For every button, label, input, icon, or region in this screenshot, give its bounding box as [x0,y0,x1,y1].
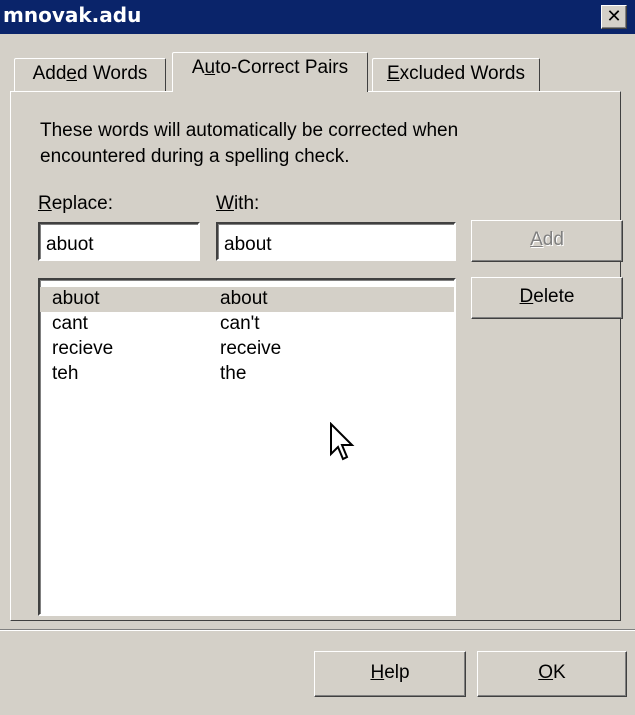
list-item[interactable]: abuot about [40,287,454,312]
tab-label-part: Add [32,63,67,84]
delete-button-accelerator: D [519,286,534,307]
delete-button[interactable]: Delete [471,277,623,319]
list-item-correction: receive [220,338,282,359]
help-button-accelerator: H [370,662,385,683]
close-icon: ✕ [606,6,622,27]
with-input[interactable] [216,222,456,261]
mouse-pointer-icon [330,422,355,461]
list-item[interactable]: recieve receive [40,337,454,362]
list-item-word: abuot [52,288,100,309]
list-item[interactable]: teh the [40,362,454,387]
list-item-correction: the [220,363,247,384]
tab-label-part: to-Correct Pairs [215,57,349,78]
ok-button-accelerator: O [538,662,554,683]
tab-label-accelerator: e [66,63,77,84]
add-button-accelerator: A [530,229,543,250]
with-label: With: [216,193,259,215]
description-text: These words will automatically be correc… [40,120,459,167]
tab-label-accelerator: E [386,63,400,84]
ok-button-label: K [553,662,566,683]
close-button[interactable]: ✕ [601,5,627,29]
help-button[interactable]: Help [314,651,466,697]
ok-button[interactable]: OK [477,651,627,697]
list-item-word: teh [52,363,79,384]
list-item[interactable]: cant can't [40,312,454,337]
auto-correct-list[interactable]: abuot about cant can't recieve receive t… [38,278,456,616]
tab-label-part: d Words [76,63,148,84]
with-label-text: ith: [233,193,260,214]
tab-label-accelerator: u [204,57,216,78]
list-item-word: recieve [52,338,114,359]
window-title: mnovak.adu [3,3,142,27]
add-button[interactable]: Add [471,220,623,262]
tab-auto-correct-pairs[interactable]: Auto-Correct Pairs [172,52,368,92]
replace-label: Replace: [38,193,113,215]
tab-label-part: xcluded Words [399,63,525,84]
add-button-label: dd [542,229,564,250]
with-label-accelerator: W [216,193,234,214]
delete-button-label: elete [533,286,575,307]
list-item-correction: can't [220,313,260,334]
list-item-correction: about [220,288,268,309]
tab-label-part: A [191,57,205,78]
tab-excluded-words[interactable]: Excluded Words [372,58,540,91]
replace-label-accelerator: R [38,193,52,214]
list-item-word: cant [52,313,88,334]
replace-label-text: eplace: [51,193,114,214]
help-button-label: elp [384,662,410,683]
tab-added-words[interactable]: Added Words [14,58,166,91]
replace-input[interactable] [38,222,200,261]
title-bar: mnovak.adu ✕ [0,0,635,34]
divider [0,630,635,631]
